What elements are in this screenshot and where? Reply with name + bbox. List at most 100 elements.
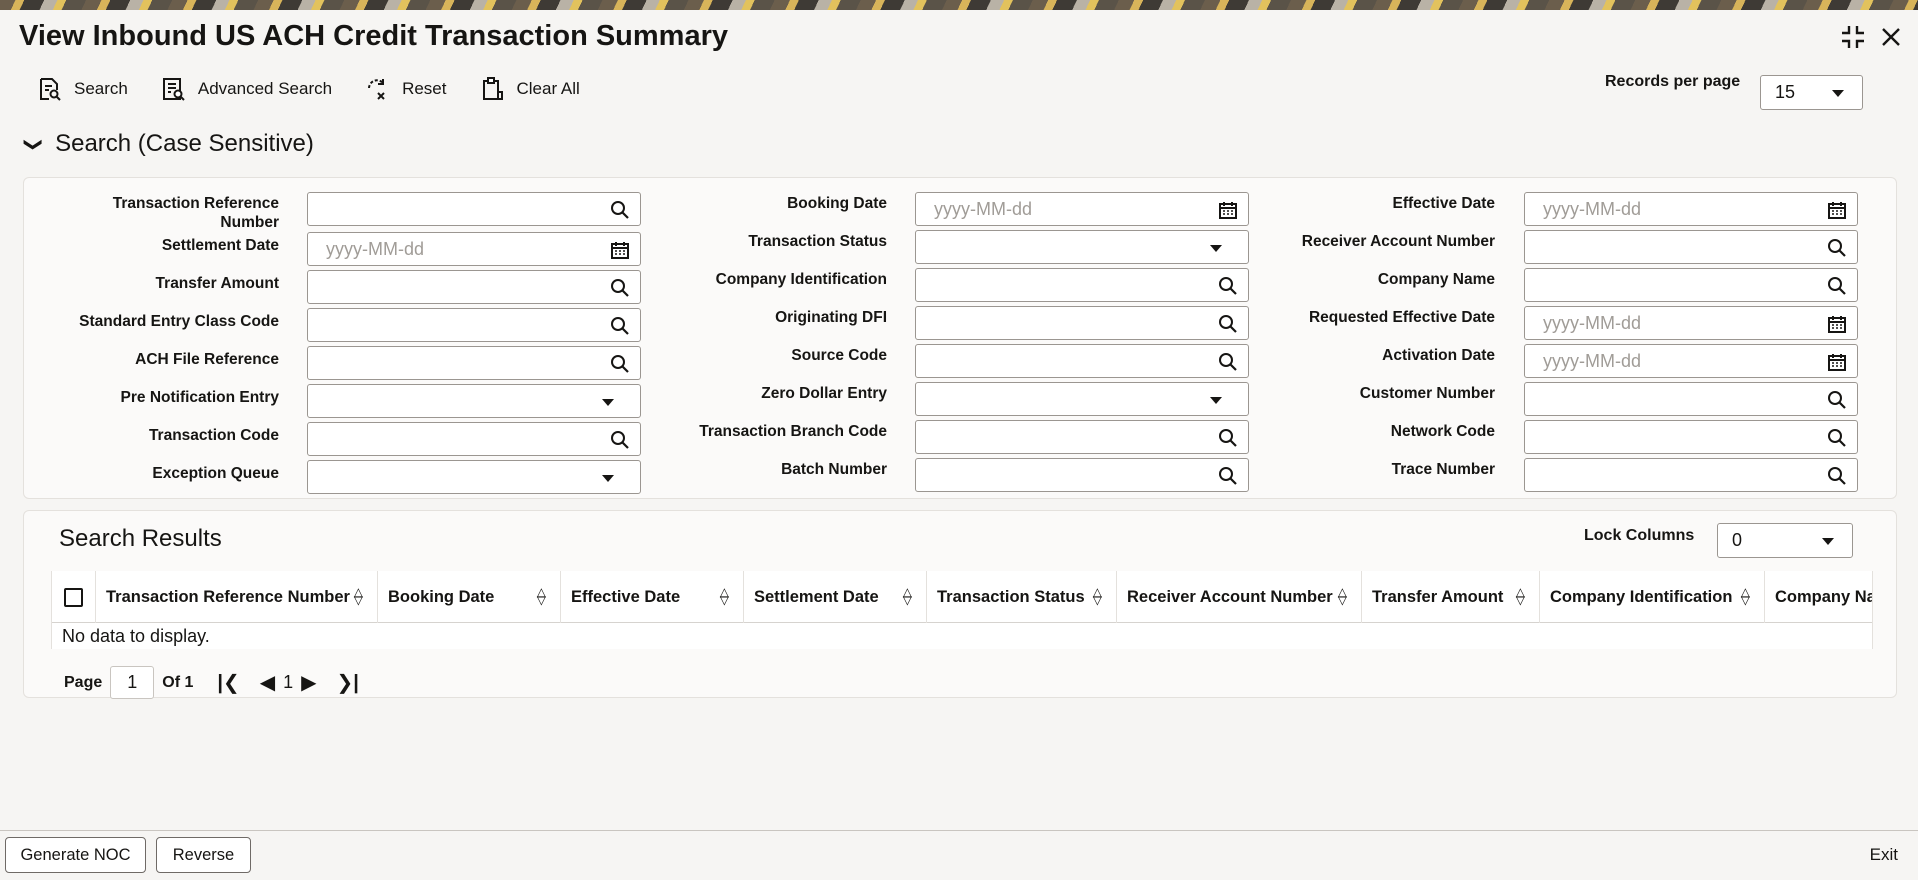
reverse-button[interactable]: Reverse [156, 837, 251, 873]
reverse-label: Reverse [172, 845, 235, 864]
first-page-icon[interactable]: |❮ [217, 670, 239, 695]
originating-dfi-label: Originating DFI [775, 309, 887, 326]
clipboard-icon [482, 77, 503, 100]
pre-notification-entry-label: Pre Notification Entry [120, 389, 279, 406]
sort-icon: △ ▽ [1740, 585, 1750, 607]
search-icon[interactable] [1218, 352, 1238, 372]
network-code-input[interactable] [1524, 420, 1858, 454]
advanced-search-icon [162, 78, 185, 101]
company-name-input[interactable] [1524, 268, 1858, 302]
booking-date-label: Booking Date [787, 195, 887, 212]
reset-label: Reset [402, 79, 447, 98]
booking-date-placeholder: yyyy-MM-dd [934, 198, 1032, 219]
booking-date-input[interactable]: yyyy-MM-dd [915, 192, 1249, 226]
advanced-search-button[interactable]: Advanced Search [160, 76, 332, 102]
lock-columns-select[interactable]: 0 [1717, 523, 1853, 558]
effective-date-placeholder: yyyy-MM-dd [1543, 198, 1641, 219]
pre-notification-entry-select[interactable] [307, 384, 641, 418]
search-icon[interactable] [1218, 428, 1238, 448]
page-label: Page [64, 673, 103, 691]
last-page-icon[interactable]: ❯| [337, 670, 359, 695]
transaction-code-label: Transaction Code [148, 427, 279, 444]
checkbox-icon [64, 587, 83, 607]
column-header[interactable]: Transaction Status △ ▽ [927, 571, 1117, 623]
column-header[interactable]: Transaction Reference Number △ ▽ [96, 571, 378, 623]
activation-date-input[interactable]: yyyy-MM-dd [1524, 344, 1858, 378]
collapse-icon[interactable] [1840, 24, 1866, 55]
current-page-number: 1 [283, 672, 294, 692]
clear-all-button[interactable]: Clear All [479, 76, 580, 102]
close-icon[interactable] [1880, 26, 1902, 53]
standard-entry-class-code-input[interactable] [307, 308, 641, 342]
window-controls [1840, 24, 1902, 55]
select-all-checkbox[interactable] [52, 571, 96, 623]
transaction-status-label: Transaction Status [748, 233, 887, 250]
chevron-down-icon [1822, 538, 1834, 545]
batch-number-input[interactable] [915, 458, 1249, 492]
sort-icon: △ ▽ [536, 585, 546, 607]
ach-file-reference-input[interactable] [307, 346, 641, 380]
search-icon[interactable] [1827, 390, 1847, 410]
footer-bar: Generate NOC Reverse Exit [0, 830, 1918, 880]
search-icon[interactable] [1827, 276, 1847, 296]
page-input[interactable]: 1 [110, 666, 155, 699]
exit-button[interactable]: Exit [1870, 845, 1898, 865]
grid-header: Transaction Reference Number △ ▽ Booking D… [52, 571, 1872, 623]
zero-dollar-entry-select[interactable] [915, 382, 1249, 416]
requested-effective-date-input[interactable]: yyyy-MM-dd [1524, 306, 1858, 340]
activation-date-label: Activation Date [1382, 347, 1495, 364]
search-icon[interactable] [1827, 428, 1847, 448]
search-icon[interactable] [1827, 238, 1847, 258]
receiver-account-number-label: Receiver Account Number [1301, 233, 1495, 250]
customer-number-label: Customer Number [1359, 385, 1495, 402]
search-icon[interactable] [1218, 276, 1238, 296]
transaction-branch-code-label: Transaction Branch Code [699, 423, 887, 440]
clear-all-label: Clear All [516, 79, 580, 98]
column-header[interactable]: Company Name [1765, 571, 1872, 623]
transaction-reference-number-input[interactable] [307, 192, 641, 226]
search-icon[interactable] [1218, 466, 1238, 486]
empty-message: No data to display. [52, 623, 1872, 649]
company-name-label: Company Name [1377, 271, 1495, 288]
source-code-input[interactable] [915, 344, 1249, 378]
company-identification-input[interactable] [915, 268, 1249, 302]
generate-noc-button[interactable]: Generate NOC [5, 837, 146, 873]
transaction-status-select[interactable] [915, 230, 1249, 264]
search-button[interactable]: Search [36, 76, 128, 102]
column-header[interactable]: Transfer Amount △ ▽ [1362, 571, 1540, 623]
calendar-icon[interactable] [1827, 352, 1847, 372]
effective-date-label: Effective Date [1392, 195, 1495, 212]
records-per-page-select[interactable]: 15 [1760, 75, 1863, 110]
chevron-down-icon [602, 399, 614, 406]
exception-queue-select[interactable] [307, 460, 641, 494]
column-header[interactable]: Receiver Account Number △ ▽ [1117, 571, 1362, 623]
transaction-branch-code-input[interactable] [915, 420, 1249, 454]
search-section-title: Search (Case Sensitive) [55, 130, 314, 157]
calendar-icon[interactable] [1218, 200, 1238, 220]
settlement-date-input[interactable]: yyyy-MM-dd [307, 232, 641, 266]
sort-icon: △ ▽ [353, 585, 363, 607]
chevron-down-icon [1210, 397, 1222, 404]
transaction-code-input[interactable] [307, 422, 641, 456]
search-icon[interactable] [1827, 466, 1847, 486]
column-header-label: Receiver Account Number [1127, 587, 1333, 606]
next-page-icon[interactable]: ▶ [301, 670, 316, 695]
search-section-toggle[interactable]: ❯ Search (Case Sensitive) [24, 130, 314, 158]
column-header[interactable]: Booking Date △ ▽ [378, 571, 561, 623]
effective-date-input[interactable]: yyyy-MM-dd [1524, 192, 1858, 226]
column-header[interactable]: Settlement Date △ ▽ [744, 571, 927, 623]
reset-button[interactable]: Reset [364, 76, 447, 102]
search-panel: Transaction Reference Number Settlement … [23, 177, 1897, 499]
column-header[interactable]: Company Identification △ ▽ [1540, 571, 1765, 623]
calendar-icon[interactable] [1827, 200, 1847, 220]
customer-number-input[interactable] [1524, 382, 1858, 416]
originating-dfi-input[interactable] [915, 306, 1249, 340]
receiver-account-number-input[interactable] [1524, 230, 1858, 264]
trace-number-input[interactable] [1524, 458, 1858, 492]
transfer-amount-input[interactable] [307, 270, 641, 304]
calendar-icon[interactable] [1827, 314, 1847, 334]
column-header[interactable]: Effective Date △ ▽ [561, 571, 744, 623]
sort-icon: △ ▽ [1515, 585, 1525, 607]
network-code-label: Network Code [1390, 423, 1495, 440]
prev-page-icon[interactable]: ◀ [260, 670, 275, 695]
